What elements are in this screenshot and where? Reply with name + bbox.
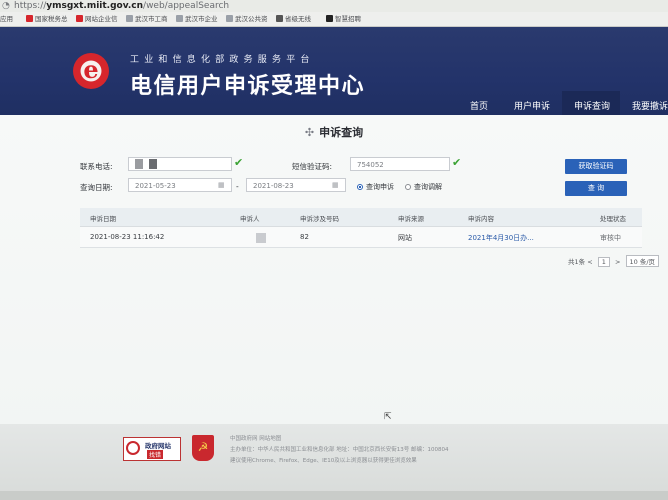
column-header: 处理状态 [600,215,626,223]
radio-query-mediation[interactable]: 查询调解 [405,182,442,192]
footer-sponsor: 主办单位：中华人民共和国工业和信息化部 地址：中国北京西长安街13号 邮编：10… [230,447,449,453]
cell-person [256,233,272,243]
nav-appeal-search[interactable]: 申诉查询 [574,99,610,112]
bookmarks-bar: 应用 国家税务总 网站企业信 武汉市工商 武汉市企业 武汉公共资 省级无线 智慧… [0,12,668,27]
total-count: 共1条 [568,258,586,266]
site-header: e 工业和信息化部政务服务平台 电信用户申诉受理中心 首页 用户申诉 申诉查询 … [0,27,668,115]
footer-browser-note: 建议使用Chrome、Firefox、Edge、IE10及以上浏览器以获得更佳浏… [230,458,417,464]
masked-name [256,233,266,243]
code-valid-check-icon: ✔ [452,156,462,169]
cell-date: 2021-08-23 11:16:42 [90,233,165,241]
search-section-icon: ✣ [304,126,315,139]
bookmark-item[interactable]: 国家税务总 [26,12,68,26]
radio-unchecked-icon [405,184,411,190]
date-from-input[interactable]: 2021-05-23 [128,178,232,192]
table-row[interactable]: 2021-08-23 11:16:42 82 网站 2021年4月30日办...… [80,227,642,248]
search-magnifier-icon [126,441,140,455]
page-icon [126,15,133,22]
footer-links[interactable]: 中国政府网 网站地图 [230,434,281,442]
pagination: 共1条 < 1 > 10 条/页 [568,255,662,267]
column-header: 申诉涉及号码 [300,215,339,223]
site-favicon-icon [276,15,283,22]
connection-icon[interactable]: ◔ [2,0,10,12]
page-size-select[interactable]: 10 条/页 [625,255,660,267]
url-text: https://ymsgxt.miit.gov.cn/web/appealSea… [14,1,230,11]
calendar-icon[interactable]: ▦ [218,181,225,189]
gov-site-error-badge[interactable]: 政府网站 找错 [123,437,181,461]
sms-code-label: 短信验证码: [292,162,333,171]
bookmark-item[interactable]: 网站企业信 [76,12,118,26]
table-header: 申诉日期 申诉人 申诉涉及号码 申诉来源 申诉内容 处理状态 [80,208,642,227]
bookmark-item[interactable]: 武汉市企业 [176,12,218,26]
calendar-icon[interactable]: ▦ [332,181,339,189]
page-title: ✣ 申诉查询 [304,126,364,139]
bookmark-item[interactable]: 武汉公共资 [226,12,268,26]
cell-status: 审核中 [600,234,621,242]
column-header: 申诉日期 [90,215,116,223]
mouse-cursor-icon: ⇱ [384,412,392,422]
get-code-button[interactable]: 获取验证码 [565,159,627,174]
nav-withdraw-appeal[interactable]: 我要撤诉 [632,99,668,112]
search-button[interactable]: 查 询 [565,181,627,196]
masked-digits [149,159,157,169]
phone-input[interactable] [128,157,232,171]
sms-code-input[interactable]: 754052 [350,157,450,171]
cell-number: 82 [300,233,309,241]
column-header: 申诉来源 [398,215,424,223]
bookmark-apps[interactable]: 应用 [0,12,13,26]
radio-checked-icon [357,184,363,190]
current-page[interactable]: 1 [597,257,610,267]
date-to-input[interactable]: 2021-08-23 [246,178,346,192]
cell-source: 网站 [398,234,412,242]
column-header: 申诉人 [240,215,260,223]
logo-icon[interactable]: e [73,53,109,89]
phone-label: 联系电话: [80,162,113,171]
date-separator: - [236,182,239,191]
cell-content-link[interactable]: 2021年4月30日办... [468,233,534,243]
next-page-button[interactable]: > [615,258,620,266]
site-title: 电信用户申诉受理中心 [130,74,366,99]
page-icon [226,15,233,22]
party-emblem-badge[interactable]: ☭ [192,435,214,461]
bookmark-item[interactable]: 省级无线 [276,12,311,26]
nav-home[interactable]: 首页 [470,99,488,112]
address-bar[interactable]: ◔ https://ymsgxt.miit.gov.cn/web/appealS… [0,0,668,12]
nav-user-appeal[interactable]: 用户申诉 [514,99,550,112]
platform-subtitle: 工业和信息化部政务服务平台 [130,55,315,65]
site-favicon-icon [326,15,333,22]
bookmark-item[interactable]: 智慧招聘 [326,12,361,26]
phone-valid-check-icon: ✔ [234,156,244,169]
page-icon [176,15,183,22]
date-label: 查询日期: [80,183,113,192]
prev-page-button[interactable]: < [587,258,592,266]
masked-digits [135,159,143,169]
column-header: 申诉内容 [468,215,494,223]
radio-query-appeal[interactable]: 查询申诉 [357,182,394,192]
site-favicon-icon [76,15,83,22]
monitor-bezel [0,491,668,500]
bookmark-item[interactable]: 武汉市工商 [126,12,168,26]
site-favicon-icon [26,15,33,22]
